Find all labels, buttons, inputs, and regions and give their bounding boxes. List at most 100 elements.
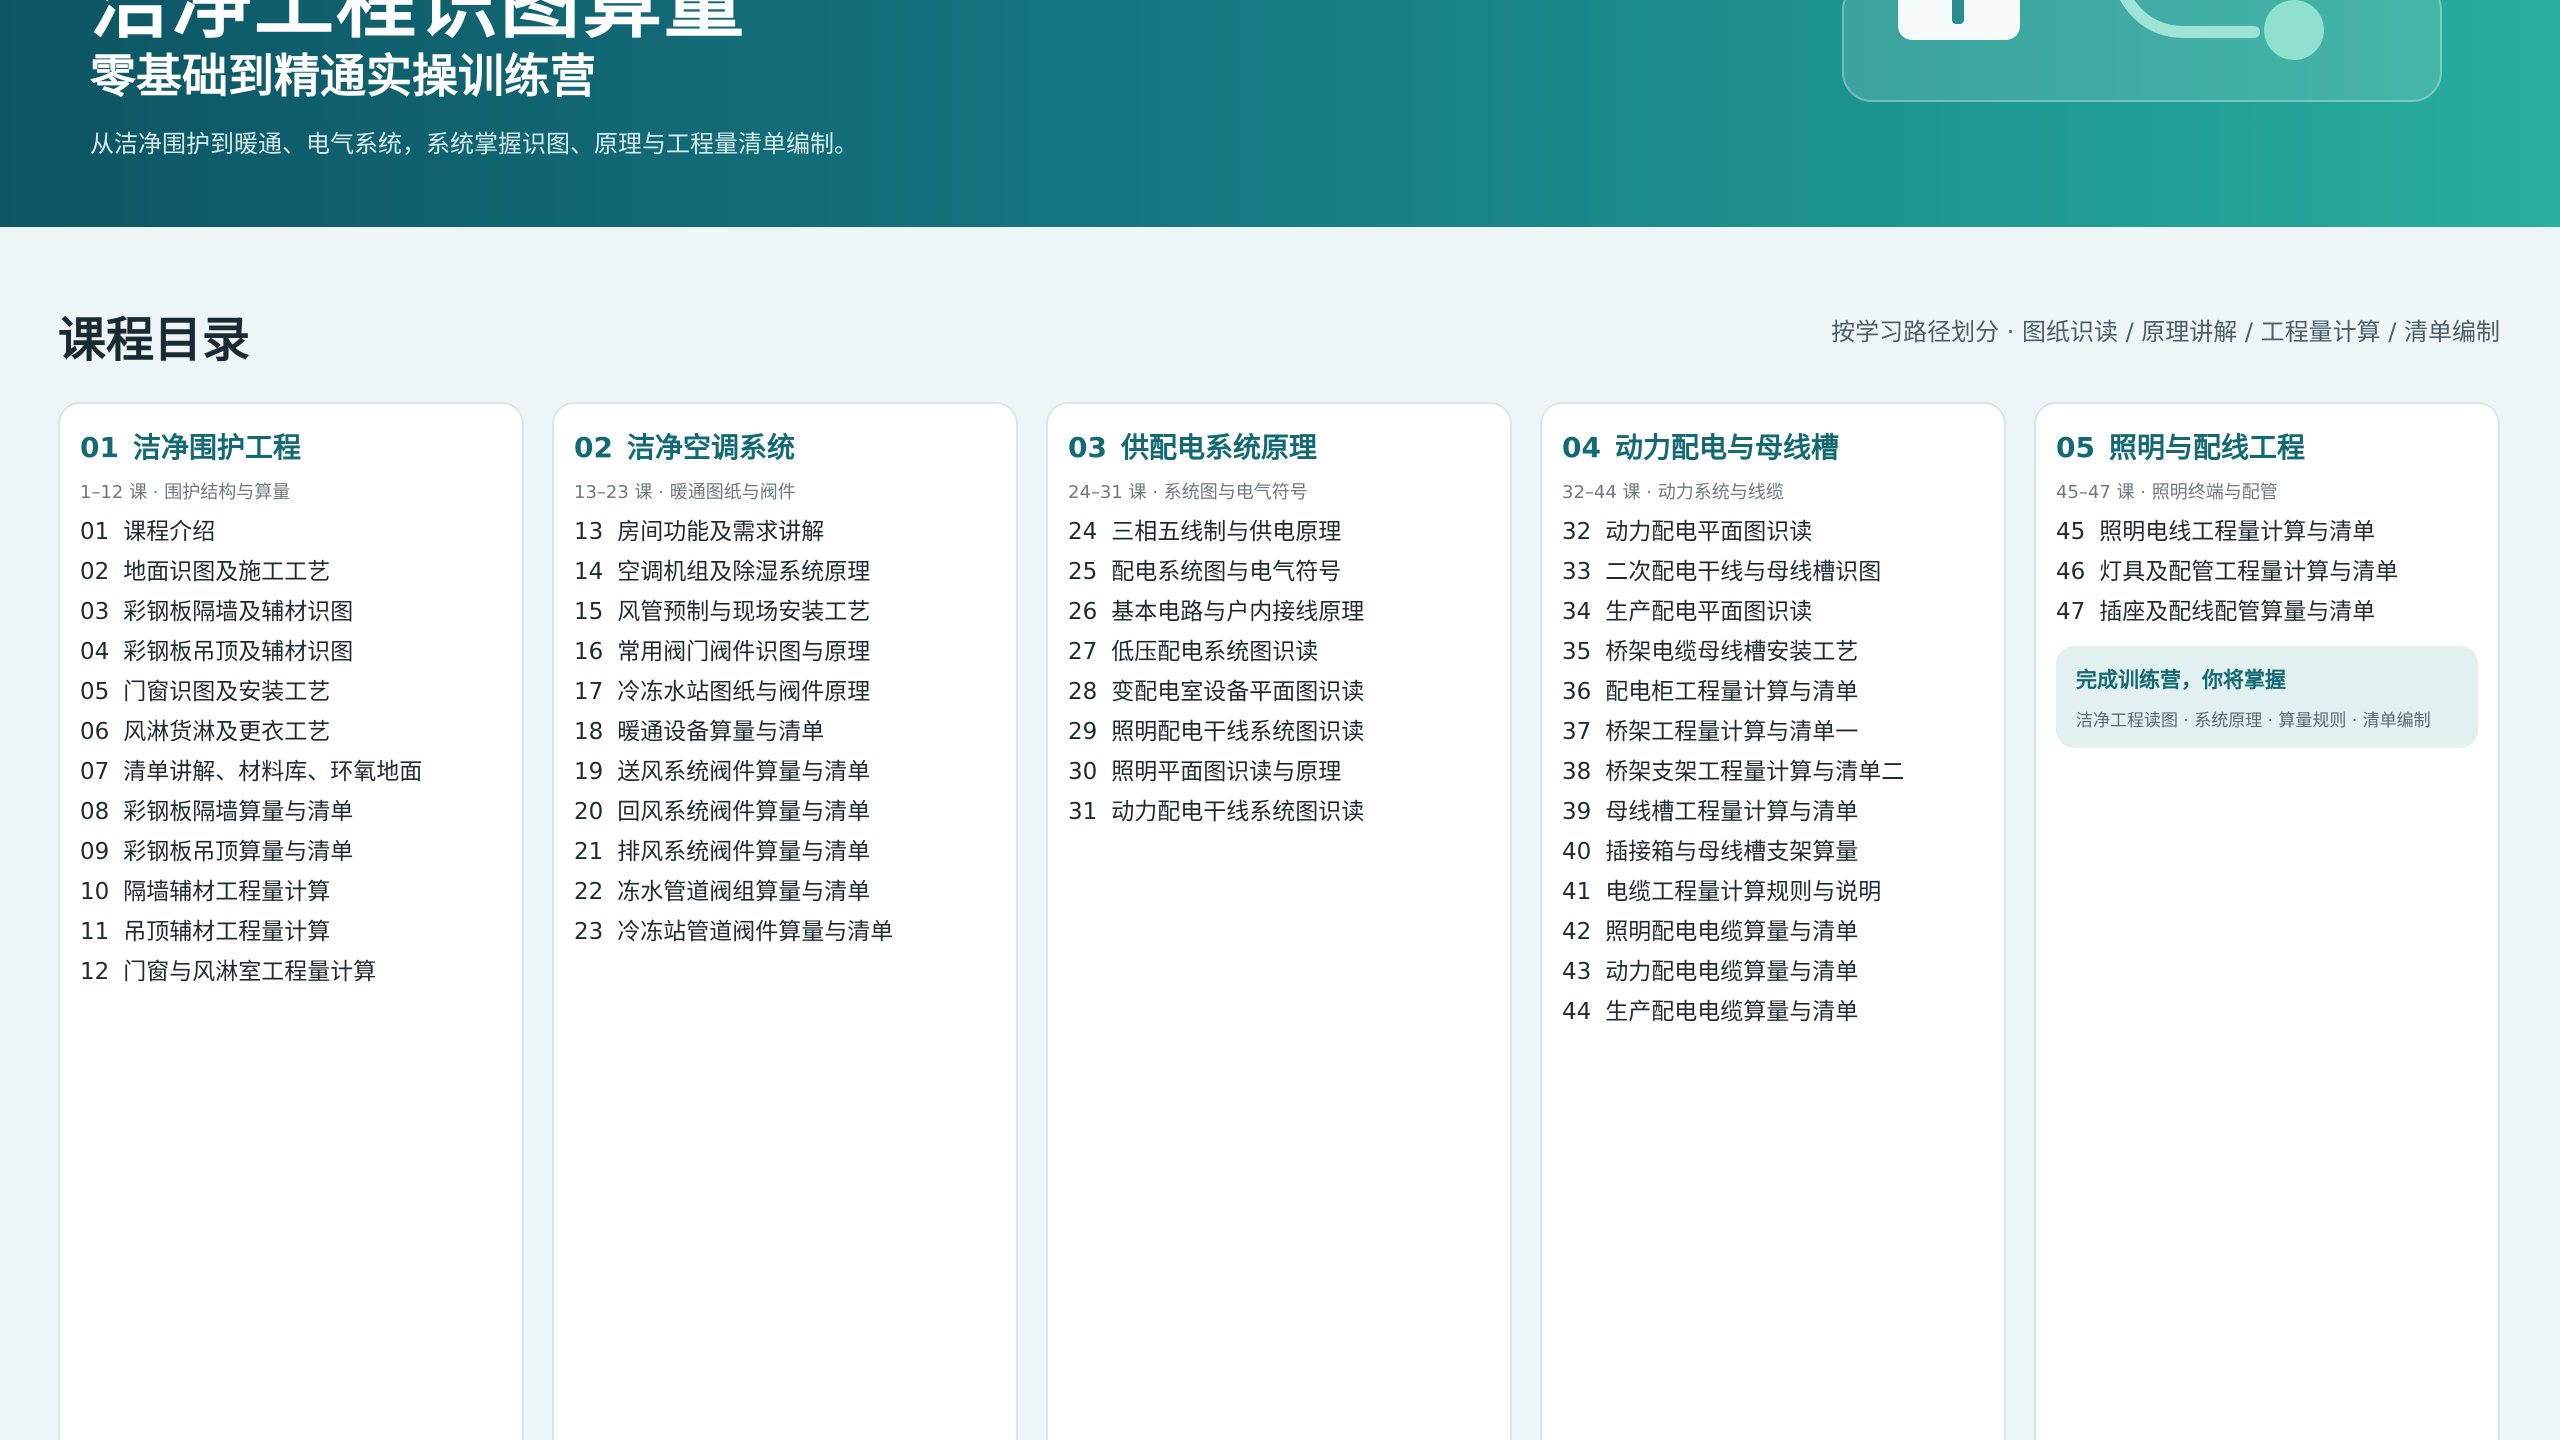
lesson-number: 26: [1068, 599, 1098, 625]
lesson-number: 45: [2056, 519, 2086, 545]
lesson-title: 基本电路与户内接线原理: [1111, 599, 1365, 625]
lesson-title: 风管预制与现场安装工艺: [617, 599, 871, 625]
lesson-item[interactable]: 24 三相五线制与供电原理: [1068, 512, 1490, 552]
lesson-item[interactable]: 38 桥架支架工程量计算与清单二: [1562, 752, 1984, 792]
lesson-item[interactable]: 02 地面识图及施工工艺: [80, 552, 502, 592]
lesson-list: 13 房间功能及需求讲解 14 空调机组及除湿系统原理 15 风管预制与现场安装工艺 …: [574, 512, 996, 952]
lesson-number: 25: [1068, 559, 1098, 585]
lesson-number: 10: [80, 879, 110, 905]
module-meta: 32–44 课 · 动力系统与线缆: [1562, 482, 1784, 503]
lesson-item[interactable]: 47 插座及配线配管算量与清单: [2056, 592, 2478, 632]
lesson-item[interactable]: 43 动力配电电缆算量与清单: [1562, 952, 1984, 992]
lesson-item[interactable]: 35 桥架电缆母线槽安装工艺: [1562, 632, 1984, 672]
lesson-item[interactable]: 27 低压配电系统图识读: [1068, 632, 1490, 672]
lesson-item[interactable]: 20 回风系统阀件算量与清单: [574, 792, 996, 832]
module-meta: 1–12 课 · 围护结构与算量: [80, 482, 291, 503]
lesson-item[interactable]: 05 门窗识图及安装工艺: [80, 672, 502, 712]
lesson-title: 送风系统阀件算量与清单: [617, 759, 871, 785]
lesson-item[interactable]: 16 常用阀门阀件识图与原理: [574, 632, 996, 672]
lesson-item[interactable]: 33 二次配电干线与母线槽识图: [1562, 552, 1984, 592]
lesson-item[interactable]: 31 动力配电干线系统图识读: [1068, 792, 1490, 832]
lesson-number: 16: [574, 639, 604, 665]
lesson-item[interactable]: 30 照明平面图识读与原理: [1068, 752, 1490, 792]
lesson-item[interactable]: 22 冻水管道阀组算量与清单: [574, 872, 996, 912]
lesson-title: 回风系统阀件算量与清单: [617, 799, 871, 825]
lesson-item[interactable]: 41 电缆工程量计算规则与说明: [1562, 872, 1984, 912]
lesson-item[interactable]: 06 风淋货淋及更衣工艺: [80, 712, 502, 752]
lesson-item[interactable]: 11 吊顶辅材工程量计算: [80, 912, 502, 952]
lesson-title: 冻水管道阀组算量与清单: [617, 879, 871, 905]
lesson-number: 37: [1562, 719, 1592, 745]
lesson-title: 房间功能及需求讲解: [617, 519, 825, 545]
lesson-item[interactable]: 15 风管预制与现场安装工艺: [574, 592, 996, 632]
lesson-title: 彩钢板吊顶及辅材识图: [123, 639, 354, 665]
lesson-item[interactable]: 18 暖通设备算量与清单: [574, 712, 996, 752]
lesson-item[interactable]: 39 母线槽工程量计算与清单: [1562, 792, 1984, 832]
lesson-title: 配电柜工程量计算与清单: [1605, 679, 1859, 705]
lesson-item[interactable]: 14 空调机组及除湿系统原理: [574, 552, 996, 592]
module-heading: 05 照明与配线工程: [2056, 426, 2478, 466]
lesson-number: 04: [80, 639, 110, 665]
lesson-item[interactable]: 46 灯具及配管工程量计算与清单: [2056, 552, 2478, 592]
lesson-number: 01: [80, 519, 110, 545]
hero-banner: 洁净工程识图算量 零基础到精通实操训练营 从洁净围护到暖通、电气系统，系统掌握识…: [0, 0, 2560, 227]
lesson-item[interactable]: 42 照明配电电缆算量与清单: [1562, 912, 1984, 952]
lesson-item[interactable]: 21 排风系统阀件算量与清单: [574, 832, 996, 872]
lesson-item[interactable]: 32 动力配电平面图识读: [1562, 512, 1984, 552]
lesson-list: 32 动力配电平面图识读 33 二次配电干线与母线槽识图 34 生产配电平面图识读 3…: [1562, 512, 1984, 1032]
lesson-title: 插座及配线配管算量与清单: [2099, 599, 2376, 625]
lesson-number: 42: [1562, 919, 1592, 945]
lesson-list: 01 课程介绍 02 地面识图及施工工艺 03 彩钢板隔墙及辅材识图 04 彩钢板吊顶及…: [80, 512, 502, 992]
module-number: 02: [574, 431, 613, 464]
lesson-title: 母线槽工程量计算与清单: [1605, 799, 1859, 825]
module-card-02: 02 洁净空调系统 13–23 课 · 暖通图纸与阀件 13 房间功能及需求讲解 …: [552, 402, 1018, 1440]
lesson-number: 09: [80, 839, 110, 865]
hero-subtitle: 零基础到精通实操训练营: [90, 49, 596, 103]
lesson-number: 31: [1068, 799, 1098, 825]
module-number: 01: [80, 431, 119, 464]
lesson-number: 33: [1562, 559, 1592, 585]
lesson-list: 45 照明电线工程量计算与清单 46 灯具及配管工程量计算与清单 47 插座及配线配管…: [2056, 512, 2478, 632]
lesson-item[interactable]: 07 清单讲解、材料库、环氧地面: [80, 752, 502, 792]
lesson-item[interactable]: 40 插接箱与母线槽支架算量: [1562, 832, 1984, 872]
lesson-title: 冷冻水站图纸与阀件原理: [617, 679, 871, 705]
lesson-title: 照明电线工程量计算与清单: [2099, 519, 2376, 545]
lesson-item[interactable]: 37 桥架工程量计算与清单一: [1562, 712, 1984, 752]
lesson-number: 18: [574, 719, 604, 745]
lesson-item[interactable]: 28 变配电室设备平面图识读: [1068, 672, 1490, 712]
lesson-item[interactable]: 01 课程介绍: [80, 512, 502, 552]
lesson-title: 常用阀门阀件识图与原理: [617, 639, 871, 665]
lesson-item[interactable]: 12 门窗与风淋室工程量计算: [80, 952, 502, 992]
module-heading: 03 供配电系统原理: [1068, 426, 1490, 466]
lesson-item[interactable]: 13 房间功能及需求讲解: [574, 512, 996, 552]
lesson-item[interactable]: 36 配电柜工程量计算与清单: [1562, 672, 1984, 712]
lesson-title: 插接箱与母线槽支架算量: [1605, 839, 1859, 865]
hero-description: 从洁净围护到暖通、电气系统，系统掌握识图、原理与工程量清单编制。: [90, 130, 858, 158]
section-note: 按学习路径划分 · 图纸识读 / 原理讲解 / 工程量计算 / 清单编制: [1831, 318, 2500, 346]
lesson-title: 彩钢板隔墙及辅材识图: [123, 599, 354, 625]
lesson-number: 02: [80, 559, 110, 585]
lesson-item[interactable]: 19 送风系统阀件算量与清单: [574, 752, 996, 792]
module-cards: 01 洁净围护工程 1–12 课 · 围护结构与算量 01 课程介绍 02 地面识图…: [58, 402, 2502, 1440]
lesson-title: 课程介绍: [123, 519, 216, 545]
lesson-title: 三相五线制与供电原理: [1111, 519, 1342, 545]
lesson-item[interactable]: 45 照明电线工程量计算与清单: [2056, 512, 2478, 552]
lesson-number: 13: [574, 519, 604, 545]
lesson-item[interactable]: 25 配电系统图与电气符号: [1068, 552, 1490, 592]
lesson-item[interactable]: 44 生产配电电缆算量与清单: [1562, 992, 1984, 1032]
lesson-item[interactable]: 29 照明配电干线系统图识读: [1068, 712, 1490, 752]
lesson-number: 15: [574, 599, 604, 625]
lesson-title: 清单讲解、材料库、环氧地面: [123, 759, 423, 785]
module-title: 洁净围护工程: [132, 431, 301, 464]
lesson-item[interactable]: 23 冷冻站管道阀件算量与清单: [574, 912, 996, 952]
lesson-title: 电缆工程量计算规则与说明: [1605, 879, 1882, 905]
lesson-item[interactable]: 03 彩钢板隔墙及辅材识图: [80, 592, 502, 632]
lesson-item[interactable]: 10 隔墙辅材工程量计算: [80, 872, 502, 912]
lesson-item[interactable]: 08 彩钢板隔墙算量与清单: [80, 792, 502, 832]
lesson-item[interactable]: 26 基本电路与户内接线原理: [1068, 592, 1490, 632]
completion-title: 完成训练营，你将掌握: [2076, 668, 2286, 692]
lesson-item[interactable]: 17 冷冻水站图纸与阀件原理: [574, 672, 996, 712]
lesson-item[interactable]: 09 彩钢板吊顶算量与清单: [80, 832, 502, 872]
lesson-item[interactable]: 04 彩钢板吊顶及辅材识图: [80, 632, 502, 672]
lesson-item[interactable]: 34 生产配电平面图识读: [1562, 592, 1984, 632]
